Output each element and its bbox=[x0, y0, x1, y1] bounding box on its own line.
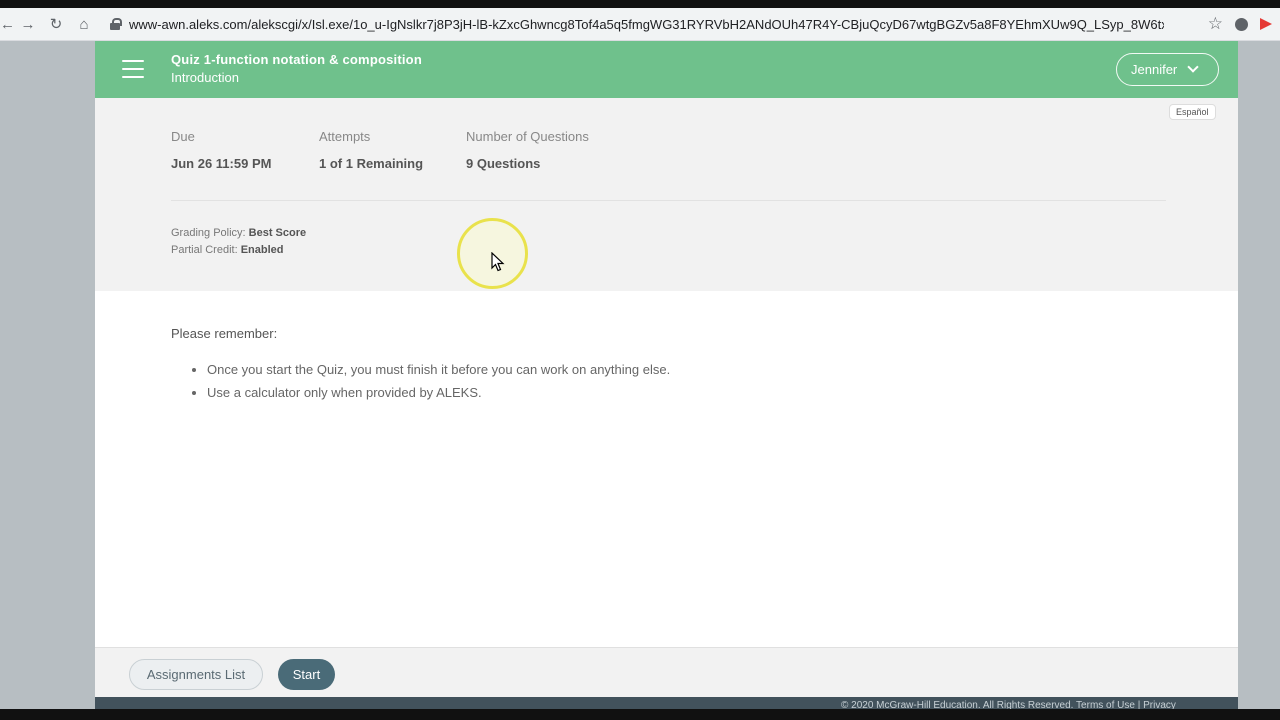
reload-icon[interactable]: ↻ bbox=[42, 15, 70, 33]
grading-policy-value: Best Score bbox=[248, 227, 307, 239]
browser-toolbar: ← → ↻ ⌂ www-awn.aleks.com/alekscgi/x/Isl… bbox=[0, 8, 1280, 41]
copyright-bar: © 2020 McGraw-Hill Education. All Rights… bbox=[95, 697, 1238, 709]
divider bbox=[171, 200, 1166, 201]
copyright-text: © 2020 McGraw-Hill Education. All Rights… bbox=[841, 700, 1176, 709]
list-item: Once you start the Quiz, you must finish… bbox=[207, 362, 670, 377]
partial-credit-label: Partial Credit: bbox=[171, 244, 238, 256]
attempts-stat: Attempts 1 of 1 Remaining bbox=[319, 129, 423, 171]
quiz-panel: Quiz 1-function notation & composition I… bbox=[95, 41, 1238, 709]
action-footer: Assignments List Start bbox=[95, 647, 1238, 697]
home-icon[interactable]: ⌂ bbox=[70, 16, 98, 33]
list-item: Use a calculator only when provided by A… bbox=[207, 385, 670, 400]
quiz-title: Quiz 1-function notation & composition bbox=[171, 52, 422, 67]
language-toggle[interactable]: Español bbox=[1169, 104, 1216, 120]
questions-value: 9 Questions bbox=[466, 156, 541, 171]
due-value: Jun 26 11:59 PM bbox=[171, 156, 272, 171]
user-menu-button[interactable]: Jennifer bbox=[1116, 53, 1219, 86]
url-text[interactable]: www-awn.aleks.com/alekscgi/x/Isl.exe/1o_… bbox=[129, 17, 1164, 32]
questions-stat: Number of Questions 9 Questions bbox=[466, 129, 589, 171]
chevron-down-icon bbox=[1187, 61, 1199, 73]
start-button[interactable]: Start bbox=[278, 659, 335, 690]
attempts-value: 1 of 1 Remaining bbox=[319, 156, 424, 171]
app-header: Quiz 1-function notation & composition I… bbox=[95, 41, 1238, 98]
due-stat: Due Jun 26 11:59 PM bbox=[171, 129, 271, 171]
back-arrow-icon[interactable]: ← bbox=[0, 16, 15, 33]
menu-icon[interactable] bbox=[122, 60, 144, 78]
due-label: Due bbox=[171, 129, 195, 144]
lock-icon bbox=[110, 18, 122, 30]
header-titles: Quiz 1-function notation & composition I… bbox=[171, 52, 422, 85]
extension-icon[interactable] bbox=[1235, 17, 1248, 31]
forward-arrow-icon[interactable]: → bbox=[14, 16, 42, 33]
remember-heading: Please remember: bbox=[171, 326, 278, 341]
assignments-list-button[interactable]: Assignments List bbox=[129, 659, 263, 690]
partial-credit-value: Enabled bbox=[240, 244, 284, 256]
address-bar[interactable]: www-awn.aleks.com/alekscgi/x/Isl.exe/1o_… bbox=[106, 8, 1208, 41]
grading-policy-label: Grading Policy: bbox=[171, 227, 246, 239]
star-icon[interactable]: ☆ bbox=[1208, 14, 1223, 34]
questions-label: Number of Questions bbox=[466, 129, 589, 144]
screen-bottom-border bbox=[0, 709, 1280, 720]
quiz-subtitle: Introduction bbox=[171, 70, 239, 85]
mouse-cursor-icon bbox=[491, 252, 505, 272]
attempts-label: Attempts bbox=[319, 129, 371, 144]
extension-icon[interactable] bbox=[1260, 18, 1272, 30]
remember-list: Once you start the Quiz, you must finish… bbox=[207, 362, 670, 408]
user-name: Jennifer bbox=[1131, 62, 1178, 77]
quiz-info-section: Español Due Jun 26 11:59 PM Attempts 1 o… bbox=[95, 98, 1238, 291]
grading-policy: Grading Policy: Best Score Partial Credi… bbox=[171, 225, 306, 259]
page-background: Quiz 1-function notation & composition I… bbox=[0, 41, 1280, 709]
